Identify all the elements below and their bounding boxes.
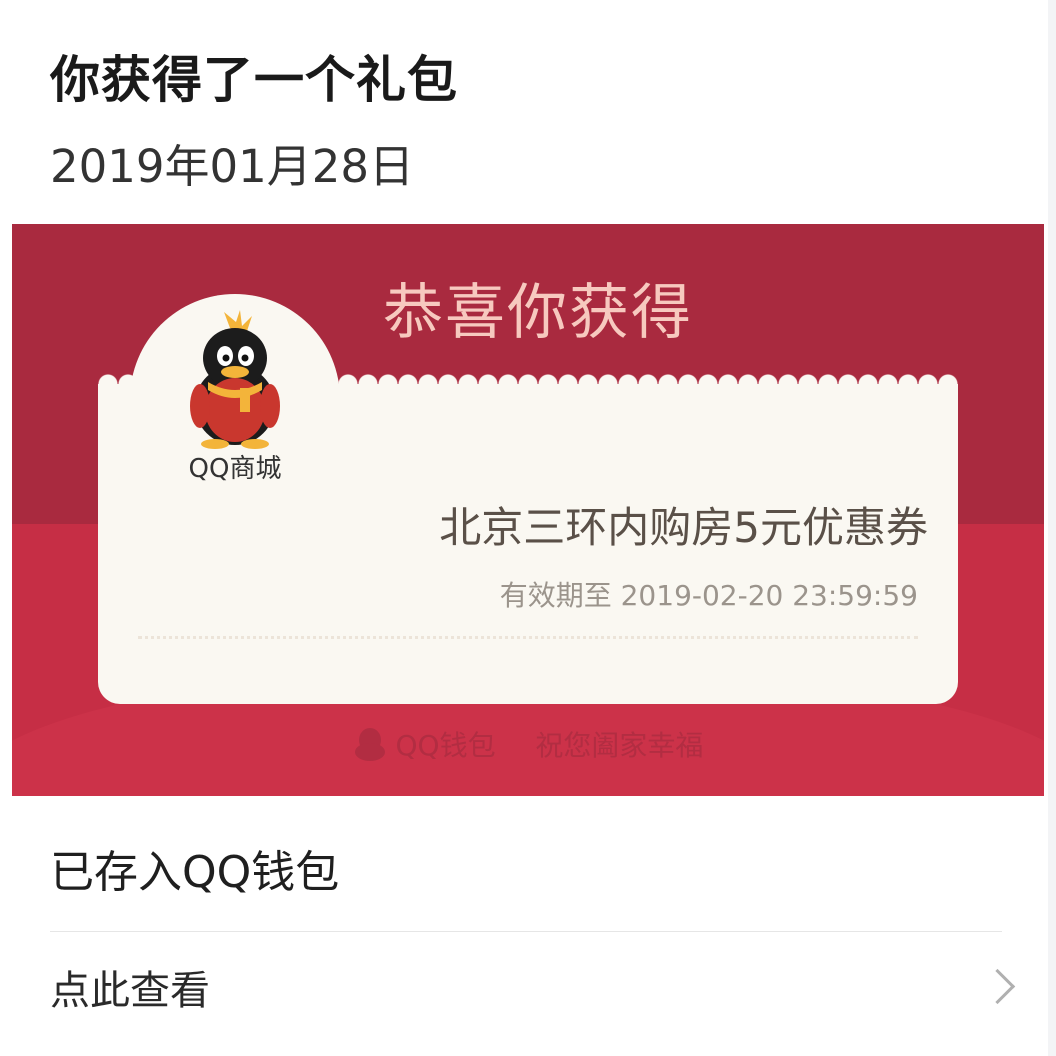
message-date: 2019年01月28日 [50,140,415,193]
coupon-validity: 有效期至 2019-02-20 23:59:59 [499,579,918,612]
footer-slogan: 祝您阖家幸福 [535,729,704,762]
chevron-right-icon [979,968,1016,1005]
qq-penguin-icon [190,310,280,449]
gift-card[interactable]: 恭喜你获得 北京三环内购房5元优惠券 有效期至 2019-02-20 23:59… [12,224,1044,796]
coupon-dotted-divider [138,636,918,639]
page-title: 你获得了一个礼包 [50,51,458,109]
view-details-label: 点此查看 [50,968,210,1014]
view-details-row[interactable]: 点此查看 [0,932,1048,1042]
message-sheet: 你获得了一个礼包 2019年01月28日 恭喜你获得 北京三环内购房5元优惠券 … [0,0,1048,1056]
saved-status: 已存入QQ钱包 [50,847,340,898]
qq-wallet-logo-icon [354,728,385,761]
footer-brand: QQ钱包 [395,729,496,762]
card-footer: QQ钱包 祝您阖家幸福 [12,724,1044,764]
merchant-name: QQ商城 [188,454,282,484]
merchant-avatar: QQ商城 [130,294,340,504]
